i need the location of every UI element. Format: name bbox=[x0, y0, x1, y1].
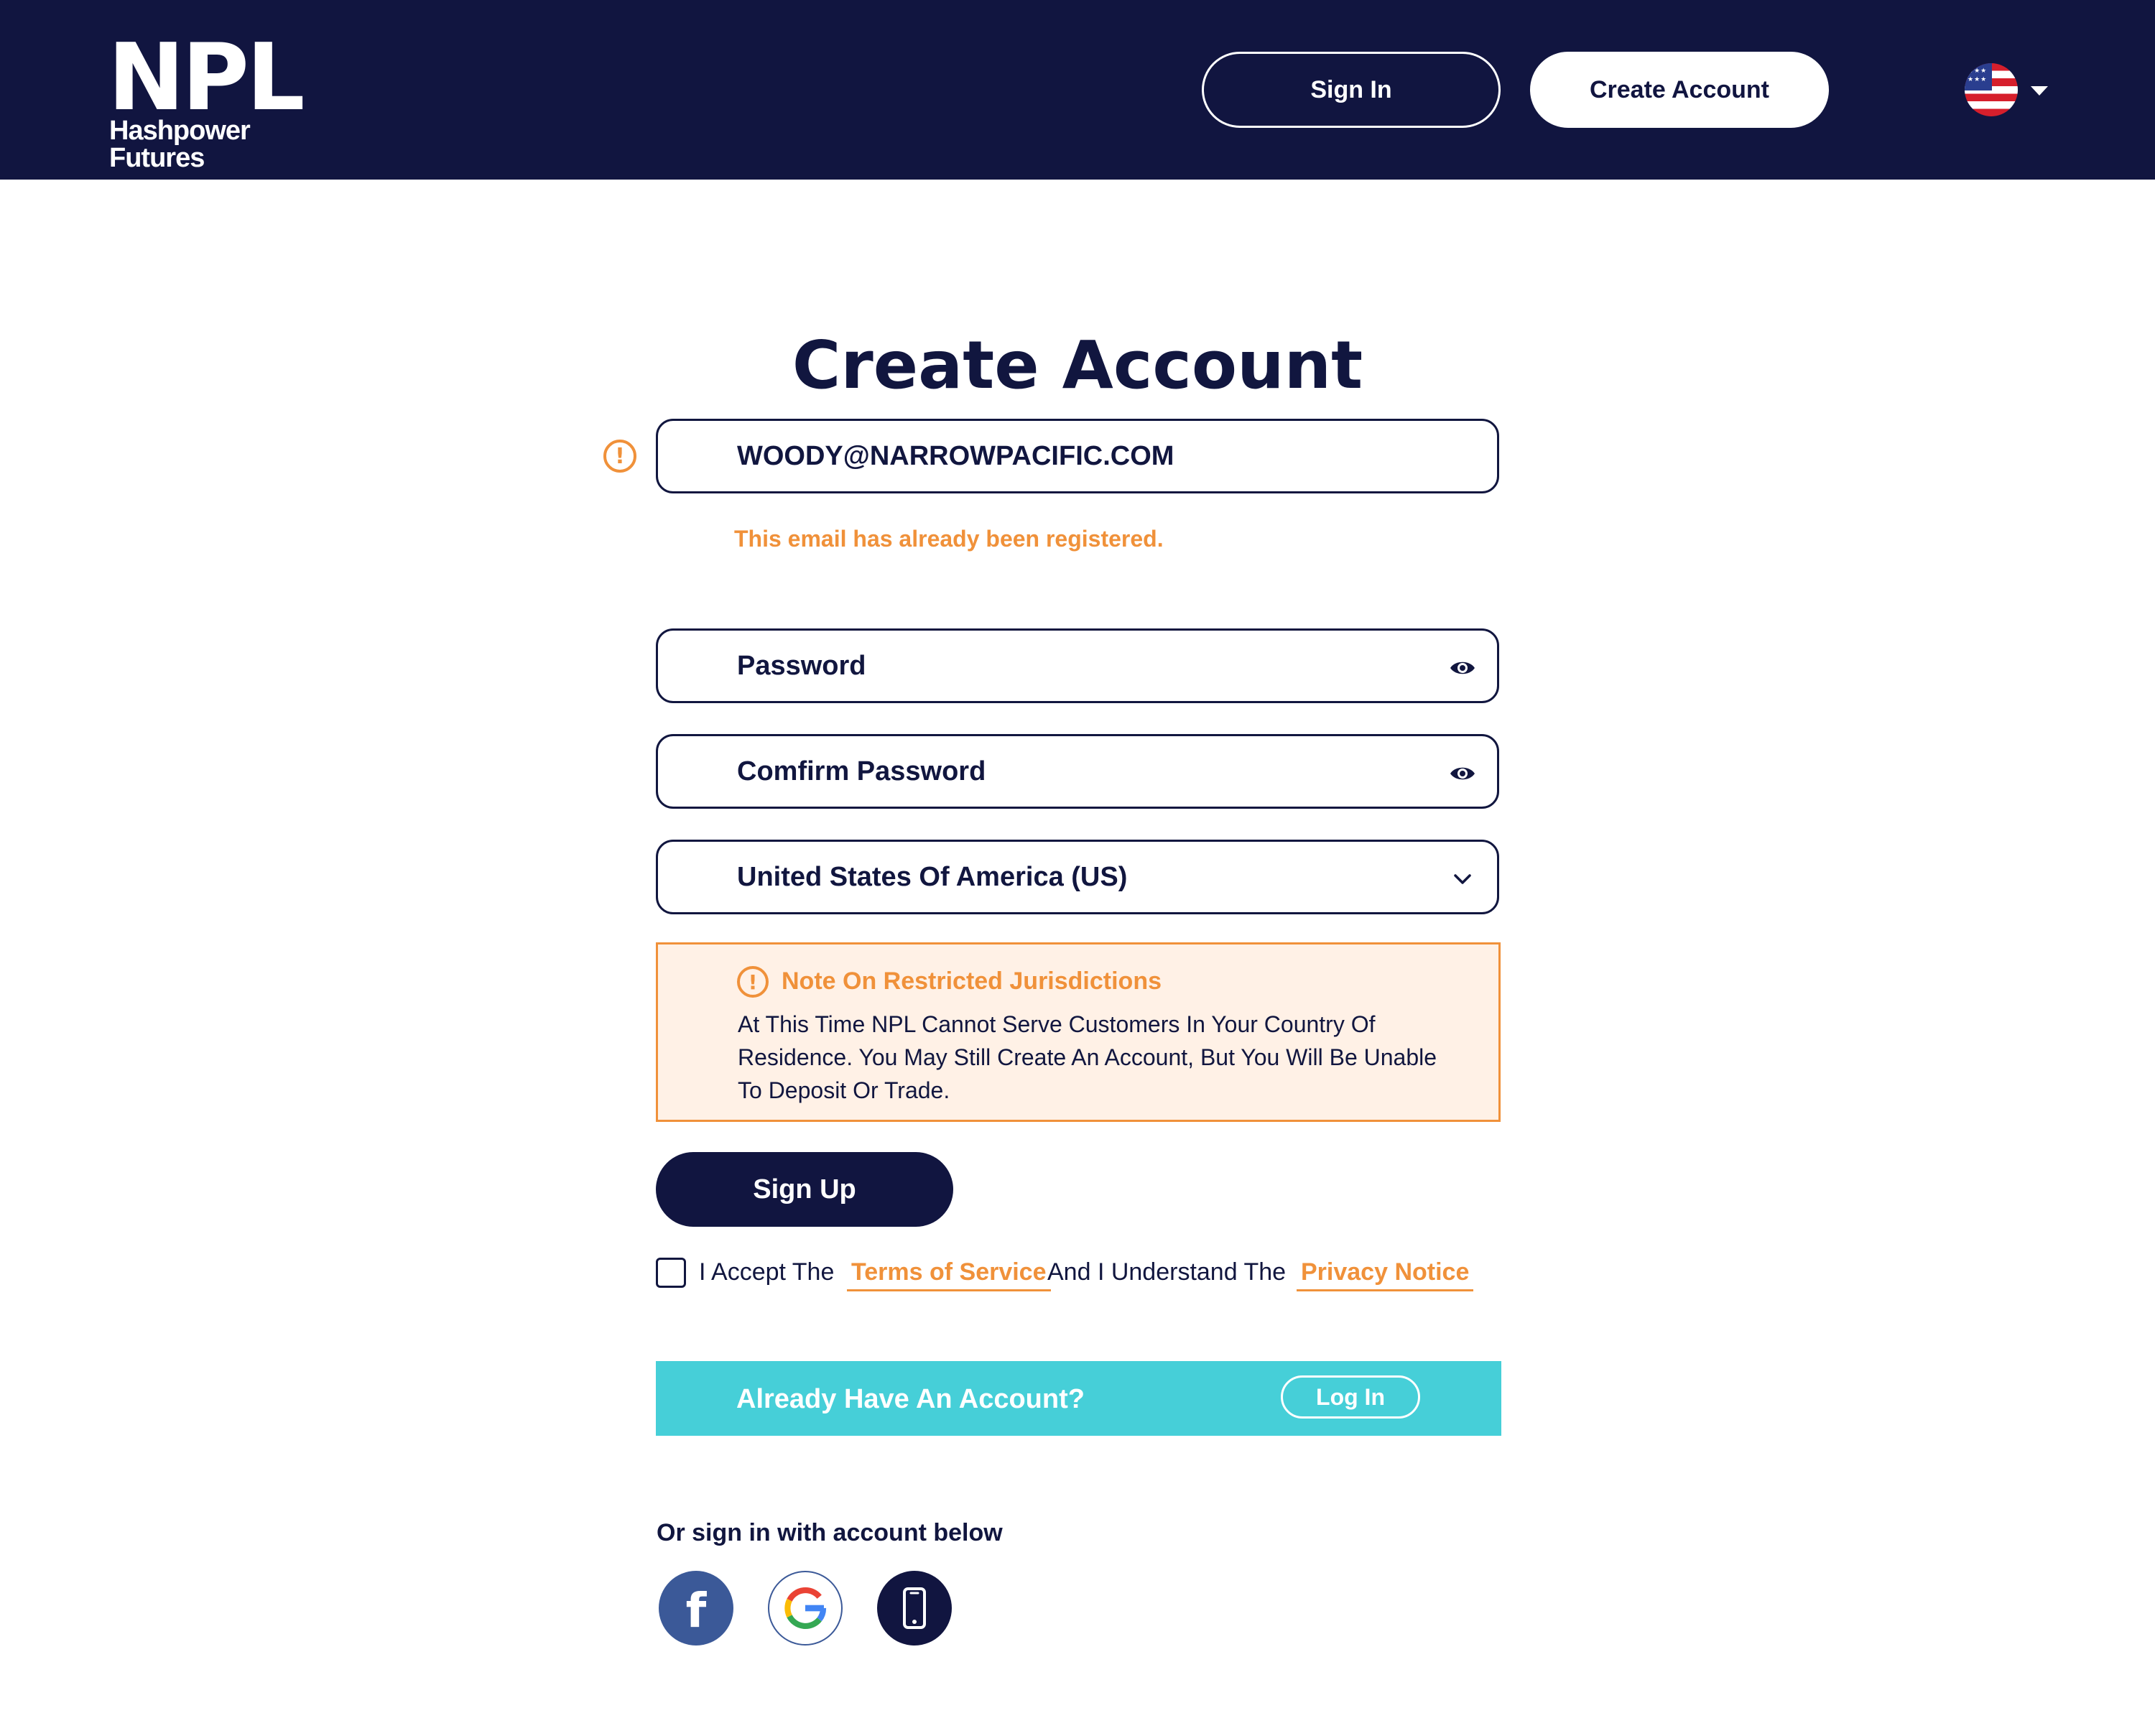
warning-icon: ! bbox=[737, 966, 769, 998]
email-error-message: This email has already been registered. bbox=[734, 526, 1164, 552]
existing-account-banner: Already Have An Account? Log In bbox=[656, 1361, 1501, 1436]
note-title: Note On Restricted Jurisdictions bbox=[782, 967, 1162, 995]
existing-account-text: Already Have An Account? bbox=[736, 1384, 1085, 1414]
country-select[interactable]: United States Of America (US) bbox=[656, 840, 1499, 914]
confirm-password-placeholder: Comfirm Password bbox=[737, 756, 986, 786]
accept-terms-checkbox[interactable] bbox=[656, 1258, 686, 1288]
email-field[interactable]: WOODY@NARROWPACIFIC.COM bbox=[656, 419, 1499, 493]
facebook-login-button[interactable]: f bbox=[659, 1571, 733, 1646]
country-selected-value: United States Of America (US) bbox=[737, 861, 1128, 892]
npl-logo[interactable]: NPL Hashpower Futures bbox=[108, 32, 338, 172]
phone-login-button[interactable] bbox=[877, 1571, 952, 1646]
confirm-password-field[interactable]: Comfirm Password bbox=[656, 734, 1499, 809]
eye-icon[interactable] bbox=[1448, 654, 1477, 682]
log-in-button[interactable]: Log In bbox=[1281, 1375, 1420, 1419]
us-flag-icon bbox=[1965, 63, 2018, 116]
accept-middle-text: And I Understand The bbox=[1047, 1258, 1287, 1286]
sign-in-button[interactable]: Sign In bbox=[1202, 52, 1501, 128]
terms-acceptance: I Accept The Terms of Service And I Unde… bbox=[656, 1255, 1518, 1291]
social-signin-label: Or sign in with account below bbox=[657, 1519, 1003, 1546]
email-value: WOODY@NARROWPACIFIC.COM bbox=[737, 440, 1174, 471]
create-account-button[interactable]: Create Account bbox=[1530, 52, 1829, 128]
email-warning-icon: ! bbox=[603, 440, 636, 473]
privacy-notice-link[interactable]: Privacy Notice bbox=[1297, 1258, 1474, 1291]
restricted-jurisdiction-note: ! Note On Restricted Jurisdictions At Th… bbox=[656, 942, 1501, 1122]
caret-down-icon bbox=[2031, 86, 2048, 96]
eye-icon[interactable] bbox=[1448, 759, 1477, 788]
password-placeholder: Password bbox=[737, 650, 866, 681]
note-body: At This Time NPL Cannot Serve Customers … bbox=[738, 1011, 1437, 1103]
chevron-down-icon[interactable] bbox=[1448, 865, 1477, 893]
accept-prefix-text: I Accept The bbox=[699, 1258, 835, 1286]
password-field[interactable]: Password bbox=[656, 628, 1499, 703]
google-icon bbox=[784, 1587, 827, 1629]
language-selector[interactable] bbox=[1965, 63, 2051, 121]
terms-of-service-link[interactable]: Terms of Service bbox=[847, 1258, 1051, 1291]
page-title: Create Account bbox=[792, 327, 1363, 404]
google-login-button[interactable] bbox=[768, 1571, 843, 1646]
top-header: NPL Hashpower Futures Sign In Create Acc… bbox=[0, 0, 2155, 180]
phone-icon bbox=[903, 1587, 926, 1629]
sign-up-button[interactable]: Sign Up bbox=[656, 1152, 953, 1227]
logo-mark: NPL bbox=[108, 24, 305, 131]
logo-subtitle: Hashpower Futures bbox=[109, 116, 251, 173]
facebook-icon: f bbox=[685, 1582, 707, 1638]
